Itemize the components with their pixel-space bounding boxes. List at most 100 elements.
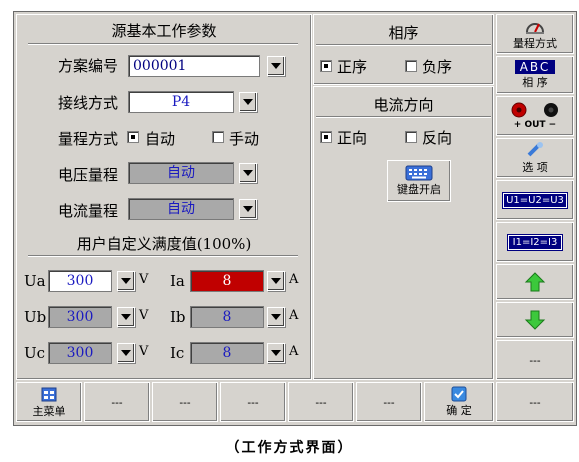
ic-unit: A bbox=[289, 344, 299, 359]
scheme-label: 方案编号 bbox=[58, 57, 119, 75]
range-auto-radio[interactable] bbox=[127, 131, 139, 143]
title-divider bbox=[28, 43, 298, 45]
direction-reverse-checkbox[interactable] bbox=[405, 131, 417, 143]
ic-field[interactable]: 8 bbox=[190, 342, 264, 364]
ua-field[interactable]: 300 bbox=[48, 270, 112, 292]
u-equal-label: U1=U2=U3 bbox=[502, 191, 568, 209]
ib-unit: A bbox=[289, 308, 299, 323]
direction-forward-radio[interactable] bbox=[320, 131, 332, 143]
custom-divider bbox=[28, 255, 298, 257]
ub-dropdown-button[interactable] bbox=[117, 307, 135, 327]
confirm-label: 确 定 bbox=[446, 404, 472, 417]
output-button[interactable]: + OUT − bbox=[496, 96, 574, 136]
ub-field[interactable]: 300 bbox=[48, 306, 112, 328]
bottom-blank-label-2: --- bbox=[179, 395, 191, 409]
bottom-blank-label-1: --- bbox=[111, 395, 123, 409]
ic-label: Ic bbox=[170, 344, 185, 362]
range-mode-button[interactable]: 量程方式 bbox=[496, 14, 574, 54]
arrow-up-icon bbox=[524, 272, 546, 292]
range-gauge-icon bbox=[526, 23, 544, 34]
sidebar-blank-label-1: --- bbox=[529, 353, 541, 367]
options-button[interactable]: 选 项 bbox=[496, 138, 574, 178]
voltage-range-dropdown-button[interactable] bbox=[239, 163, 257, 183]
ua-label: Ua bbox=[24, 272, 46, 290]
voltage-range-field[interactable]: 自动 bbox=[128, 162, 234, 184]
uc-unit: V bbox=[139, 344, 149, 359]
direction-forward-label: 正向 bbox=[337, 129, 368, 147]
range-manual-checkbox[interactable] bbox=[212, 131, 224, 143]
phase-sequence-label: 相 序 bbox=[522, 76, 548, 89]
sidebar-blank-label-2: --- bbox=[529, 395, 541, 409]
options-label: 选 项 bbox=[522, 161, 548, 174]
wiring-field[interactable]: P4 bbox=[128, 91, 234, 113]
range-mode-button-label: 量程方式 bbox=[513, 37, 557, 50]
range-auto-label: 自动 bbox=[145, 130, 176, 148]
sidebar-blank-button-1[interactable]: --- bbox=[496, 340, 574, 380]
ua-unit: V bbox=[139, 272, 149, 287]
bottom-blank-button-1[interactable]: --- bbox=[84, 382, 150, 422]
range-mode-label: 量程方式 bbox=[58, 130, 119, 148]
main-menu-label: 主菜单 bbox=[32, 405, 66, 418]
custom-fullscale-title: 用户自定义满度值(100%) bbox=[76, 235, 252, 253]
phase-negative-label: 负序 bbox=[422, 58, 453, 76]
ia-dropdown-button[interactable] bbox=[267, 271, 285, 291]
direction-title: 电流方向 bbox=[373, 96, 434, 114]
out-text: OUT bbox=[524, 120, 546, 130]
phase-positive-radio[interactable] bbox=[320, 60, 332, 72]
ua-dropdown-button[interactable] bbox=[117, 271, 135, 291]
uc-field[interactable]: 300 bbox=[48, 342, 112, 364]
bottom-blank-button-5[interactable]: --- bbox=[356, 382, 422, 422]
phase-divider bbox=[316, 44, 491, 46]
direction-reverse-label: 反向 bbox=[422, 129, 453, 147]
bottom-blank-label-3: --- bbox=[247, 395, 259, 409]
sidebar-blank-button-2[interactable]: --- bbox=[496, 382, 574, 422]
keyboard-icon bbox=[405, 165, 433, 181]
ub-unit: V bbox=[139, 308, 149, 323]
ub-label: Ub bbox=[24, 308, 47, 326]
phase-positive-label: 正序 bbox=[337, 58, 368, 76]
i-equal-button[interactable]: I1=I2=I3 bbox=[496, 222, 574, 262]
bottom-blank-button-3[interactable]: --- bbox=[220, 382, 286, 422]
figure-caption: （工作方式界面） bbox=[225, 440, 354, 456]
options-icon bbox=[527, 142, 543, 157]
phase-negative-checkbox[interactable] bbox=[405, 60, 417, 72]
arrow-down-icon bbox=[524, 310, 546, 330]
main-menu-icon bbox=[41, 387, 57, 402]
u-equal-button[interactable]: U1=U2=U3 bbox=[496, 180, 574, 220]
arrow-up-button[interactable] bbox=[496, 264, 574, 300]
bottom-blank-button-2[interactable]: --- bbox=[152, 382, 218, 422]
uc-dropdown-button[interactable] bbox=[117, 343, 135, 363]
checkmark-icon bbox=[451, 386, 467, 402]
scheme-field[interactable]: 000001 bbox=[128, 55, 260, 77]
uc-label: Uc bbox=[24, 344, 46, 362]
ib-dropdown-button[interactable] bbox=[267, 307, 285, 327]
bottom-blank-label-5: --- bbox=[383, 395, 395, 409]
phase-title: 相序 bbox=[388, 24, 419, 42]
ia-label: Ia bbox=[170, 272, 185, 290]
ia-unit: A bbox=[289, 272, 299, 287]
wiring-label: 接线方式 bbox=[58, 94, 119, 112]
ib-label: Ib bbox=[170, 308, 186, 326]
basic-params-title: 源基本工作参数 bbox=[111, 22, 217, 40]
main-menu-button[interactable]: 主菜单 bbox=[16, 382, 82, 422]
bottom-blank-label-4: --- bbox=[315, 395, 327, 409]
bottom-blank-button-4[interactable]: --- bbox=[288, 382, 354, 422]
ib-field[interactable]: 8 bbox=[190, 306, 264, 328]
phase-sequence-button[interactable]: ABC 相 序 bbox=[496, 56, 574, 94]
arrow-down-button[interactable] bbox=[496, 302, 574, 338]
current-range-field[interactable]: 自动 bbox=[128, 198, 234, 220]
scheme-dropdown-button[interactable] bbox=[267, 56, 285, 76]
keyboard-toggle-label: 键盘开启 bbox=[397, 183, 441, 196]
range-manual-label: 手动 bbox=[229, 130, 260, 148]
output-terminals-icon bbox=[511, 102, 558, 118]
keyboard-toggle-button[interactable]: 键盘开启 bbox=[387, 160, 451, 202]
abc-badge: ABC bbox=[514, 60, 556, 74]
confirm-button[interactable]: 确 定 bbox=[424, 382, 494, 422]
current-range-dropdown-button[interactable] bbox=[239, 199, 257, 219]
ia-field[interactable]: 8 bbox=[190, 270, 264, 292]
output-label: + OUT − bbox=[513, 120, 557, 130]
ic-dropdown-button[interactable] bbox=[267, 343, 285, 363]
i-equal-label: I1=I2=I3 bbox=[506, 233, 564, 251]
wiring-dropdown-button[interactable] bbox=[239, 92, 257, 112]
direction-divider bbox=[316, 116, 491, 118]
